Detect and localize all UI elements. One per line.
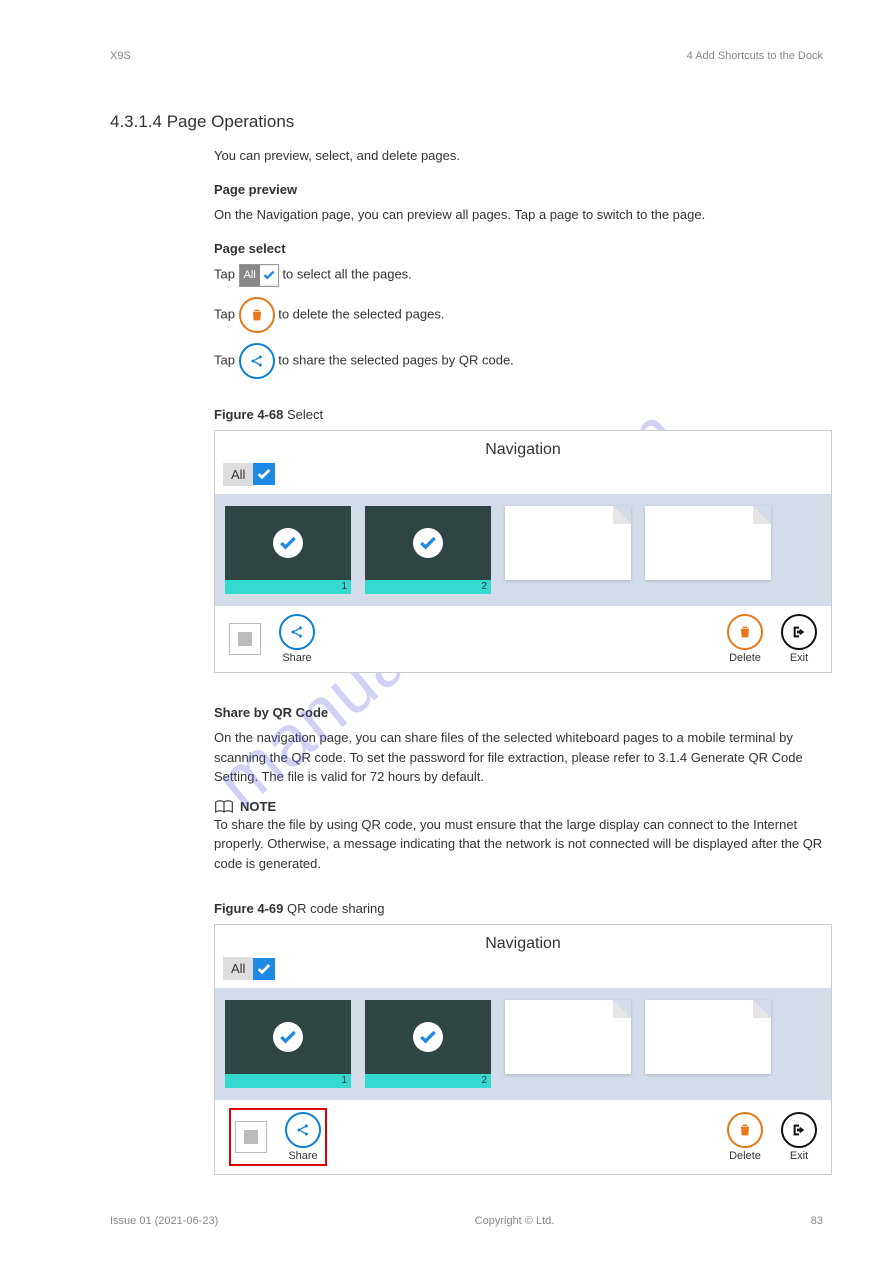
selected-check-icon — [273, 1022, 303, 1052]
share-button[interactable]: Share — [285, 1112, 321, 1162]
all-button[interactable]: All — [223, 957, 253, 980]
thumb-1-number: 1 — [225, 1074, 351, 1088]
fig2-num: Figure 4-69 — [214, 901, 283, 916]
sub-select: Page select — [214, 239, 833, 259]
qr-thumbnail[interactable] — [235, 1121, 267, 1153]
delete-button[interactable]: Delete — [727, 1112, 763, 1162]
exit-label: Exit — [790, 652, 808, 664]
intro-text: You can preview, select, and delete page… — [214, 146, 833, 166]
exit-label: Exit — [790, 1150, 808, 1162]
share-label: Share — [282, 652, 311, 664]
thumb-1-number: 1 — [225, 580, 351, 594]
thumb-2-number: 2 — [365, 580, 491, 594]
thumb-1[interactable]: 1 — [225, 1000, 351, 1088]
doc-header-right: 4 Add Shortcuts to the Dock — [687, 50, 823, 62]
footer-page: 83 — [811, 1215, 823, 1227]
exit-button[interactable]: Exit — [781, 614, 817, 664]
all-checkbox[interactable] — [253, 958, 275, 980]
tap-prefix: Tap — [214, 306, 239, 321]
thumb-3[interactable] — [505, 506, 631, 594]
note-text: To share the file by using QR code, you … — [214, 815, 833, 874]
trash-icon — [727, 1112, 763, 1148]
exit-icon — [781, 614, 817, 650]
delete-label: Delete — [729, 1150, 761, 1162]
line-select-all: Tap All to select all the pages. — [214, 264, 833, 287]
thumb-2[interactable]: 2 — [365, 506, 491, 594]
line-all-tail: to select all the pages. — [282, 267, 411, 282]
trash-icon — [727, 614, 763, 650]
sharecode-p1: On the navigation page, you can share fi… — [214, 728, 833, 787]
all-button[interactable]: All — [223, 463, 253, 486]
share-button[interactable]: Share — [279, 614, 315, 664]
share-icon — [279, 614, 315, 650]
sub-preview: Page preview — [214, 180, 833, 200]
qr-thumbnail[interactable] — [229, 623, 261, 655]
nav-title: Navigation — [215, 925, 831, 957]
note-label: NOTE — [240, 799, 276, 814]
figure1-caption: Figure 4-68 Select — [214, 407, 833, 422]
all-inline-label: All — [240, 265, 260, 286]
navigation-panel-1: Navigation All 1 — [214, 430, 832, 673]
book-icon — [214, 799, 234, 815]
share-label: Share — [288, 1150, 317, 1162]
thumb-1[interactable]: 1 — [225, 506, 351, 594]
figure2-caption: Figure 4-69 QR code sharing — [214, 901, 833, 916]
delete-label: Delete — [729, 652, 761, 664]
thumb-2[interactable]: 2 — [365, 1000, 491, 1088]
fig1-num: Figure 4-68 — [214, 407, 283, 422]
fig1-title: Select — [283, 407, 323, 422]
section-heading: 4.3.1.4 Page Operations — [110, 112, 833, 132]
thumbs-strip: 1 2 — [215, 494, 831, 606]
thumb-4[interactable] — [645, 1000, 771, 1088]
line-delete-tail: to delete the selected pages. — [278, 306, 444, 321]
line-share-tail: to share the selected pages by QR code. — [278, 352, 514, 367]
exit-icon — [781, 1112, 817, 1148]
fig2-title: QR code sharing — [283, 901, 384, 916]
selected-check-icon — [413, 528, 443, 558]
thumb-3[interactable] — [505, 1000, 631, 1088]
delete-button[interactable]: Delete — [727, 614, 763, 664]
exit-button[interactable]: Exit — [781, 1112, 817, 1162]
thumb-2-number: 2 — [365, 1074, 491, 1088]
footer-issue: Issue 01 (2021-06-23) — [110, 1215, 218, 1227]
navigation-panel-2: Navigation All 1 — [214, 924, 832, 1175]
line-delete: Tap to delete the selected pages. — [214, 297, 833, 333]
tap-prefix: Tap — [214, 267, 239, 282]
all-check-inline: All — [239, 264, 279, 287]
preview-text: On the Navigation page, you can preview … — [214, 205, 833, 225]
share-icon — [285, 1112, 321, 1148]
tap-prefix: Tap — [214, 352, 239, 367]
line-share: Tap to share the selected pages by QR co… — [214, 343, 833, 379]
thumbs-strip: 1 2 — [215, 988, 831, 1100]
all-checkbox[interactable] — [253, 463, 275, 485]
nav-title: Navigation — [215, 431, 831, 463]
check-icon — [260, 266, 278, 284]
footer-copyright: Copyright © Ltd. — [475, 1215, 555, 1227]
trash-icon — [239, 297, 275, 333]
highlighted-share-group: Share — [229, 1108, 327, 1166]
share-icon — [239, 343, 275, 379]
sub-sharecode: Share by QR Code — [214, 703, 833, 723]
selected-check-icon — [413, 1022, 443, 1052]
thumb-4[interactable] — [645, 506, 771, 594]
selected-check-icon — [273, 528, 303, 558]
